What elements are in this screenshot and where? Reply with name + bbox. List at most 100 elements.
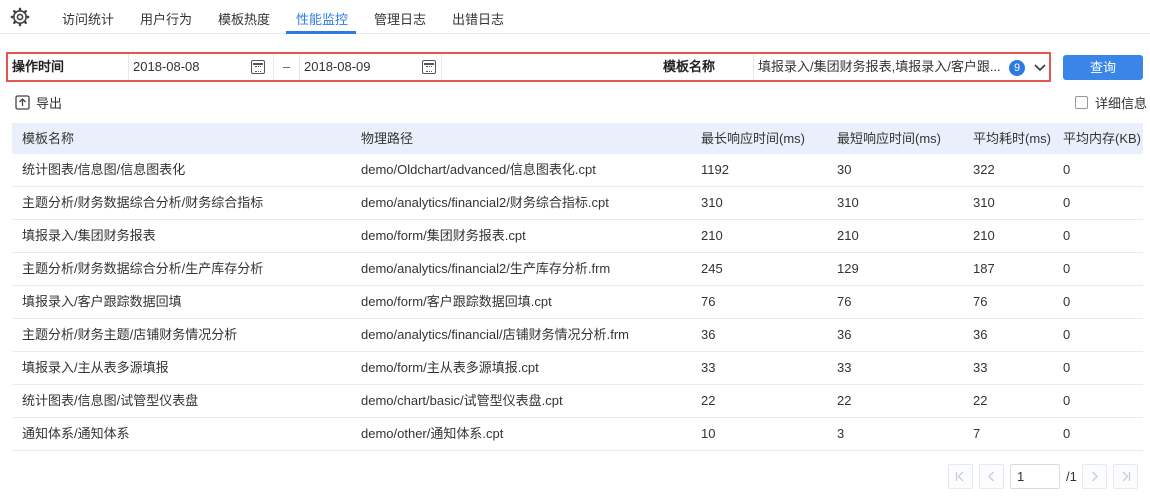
cell-min-response: 210	[837, 228, 859, 243]
tab-admin-log[interactable]: 管理日志	[374, 9, 426, 28]
performance-table: 模板名称 物理路径 最长响应时间(ms) 最短响应时间(ms) 平均耗时(ms)…	[12, 123, 1143, 451]
start-date-value: 2018-08-08	[133, 59, 200, 74]
cell-physical-path: demo/form/集团财务报表.cpt	[361, 228, 526, 243]
cell-avg-time: 310	[973, 195, 995, 210]
chevron-right-icon	[1092, 471, 1098, 482]
cell-physical-path: demo/analytics/financial/店铺财务情况分析.frm	[361, 327, 630, 342]
last-page-button[interactable]	[1113, 464, 1138, 489]
cell-template-name: 填报录入/集团财务报表	[22, 228, 156, 243]
cell-avg-memory: 0	[1063, 228, 1071, 243]
cell-min-response: 36	[837, 327, 852, 342]
cell-avg-memory: 0	[1063, 294, 1071, 309]
cell-avg-time: 187	[973, 261, 995, 276]
cell-template-name: 通知体系/通知体系	[22, 426, 130, 441]
table-row: 统计图表/信息图/试管型仪表盘 demo/chart/basic/试管型仪表盘.c…	[12, 385, 1143, 418]
tab-user-behavior[interactable]: 用户行为	[140, 9, 192, 28]
cell-avg-memory: 0	[1063, 162, 1071, 177]
query-button[interactable]: 查询	[1063, 55, 1143, 80]
total-pages-label: /1	[1066, 469, 1077, 484]
cell-physical-path: demo/form/主从表多源填报.cpt	[361, 360, 539, 375]
cell-min-response: 76	[837, 294, 852, 309]
table-body: 统计图表/信息图/信息图表化 demo/Oldchart/advanced/信息图…	[12, 154, 1143, 451]
cell-avg-time: 22	[973, 393, 988, 408]
cell-max-response: 76	[701, 294, 716, 309]
tab-performance-monitor[interactable]: 性能监控	[296, 9, 348, 28]
page-number-input[interactable]: 1	[1010, 464, 1060, 489]
cell-max-response: 245	[701, 261, 723, 276]
table-row: 主题分析/财务主题/店铺财务情况分析 demo/analytics/financi…	[12, 319, 1143, 352]
top-nav: 访问统计 用户行为 模板热度 性能监控 管理日志 出错日志	[0, 0, 1150, 34]
table-row: 主题分析/财务数据综合分析/财务综合指标 demo/analytics/finan…	[12, 187, 1143, 220]
cell-max-response: 22	[701, 393, 716, 408]
template-name-label: 模板名称	[442, 54, 754, 80]
cell-avg-time: 210	[973, 228, 995, 243]
header-physical-path: 物理路径	[361, 131, 414, 146]
cell-physical-path: demo/chart/basic/试管型仪表盘.cpt	[361, 393, 563, 408]
cell-template-name: 主题分析/财务主题/店铺财务情况分析	[22, 327, 238, 342]
cell-min-response: 129	[837, 261, 859, 276]
last-page-icon	[1122, 471, 1131, 482]
cell-max-response: 210	[701, 228, 723, 243]
detail-toggle[interactable]: 详细信息	[1075, 93, 1147, 111]
cell-avg-time: 36	[973, 327, 988, 342]
tab-template-popularity[interactable]: 模板热度	[218, 9, 270, 28]
active-tab-indicator	[286, 31, 356, 34]
cell-avg-time: 76	[973, 294, 988, 309]
table-row: 通知体系/通知体系 demo/other/通知体系.cpt 10 3 7 0	[12, 418, 1143, 451]
cell-avg-memory: 0	[1063, 393, 1071, 408]
export-icon	[15, 94, 30, 110]
cell-physical-path: demo/analytics/financial2/财务综合指标.cpt	[361, 195, 609, 210]
end-date-value: 2018-08-09	[304, 59, 371, 74]
cell-max-response: 36	[701, 327, 716, 342]
tab-visit-stats[interactable]: 访问统计	[62, 9, 114, 28]
table-row: 统计图表/信息图/信息图表化 demo/Oldchart/advanced/信息图…	[12, 154, 1143, 187]
cell-avg-memory: 0	[1063, 360, 1071, 375]
chevron-left-icon	[988, 471, 994, 482]
cell-template-name: 主题分析/财务数据综合分析/财务综合指标	[22, 195, 264, 210]
table-row: 主题分析/财务数据综合分析/生产库存分析 demo/analytics/finan…	[12, 253, 1143, 286]
cell-template-name: 填报录入/客户跟踪数据回填	[22, 294, 182, 309]
first-page-icon	[955, 471, 964, 482]
end-date-field[interactable]: 2018-08-09	[300, 54, 442, 80]
cell-template-name: 填报录入/主从表多源填报	[22, 360, 169, 375]
header-avg-memory: 平均内存(KB)	[1063, 131, 1142, 146]
template-select[interactable]: 填报录入/集团财务报表,填报录入/客户跟... 9	[754, 54, 1049, 80]
cell-max-response: 33	[701, 360, 716, 375]
cell-min-response: 3	[837, 426, 845, 441]
calendar-icon[interactable]	[422, 60, 436, 74]
prev-page-button[interactable]	[979, 464, 1004, 489]
detail-checkbox[interactable]	[1075, 95, 1088, 109]
cell-min-response: 30	[837, 162, 852, 177]
cell-max-response: 10	[701, 426, 716, 441]
cell-avg-memory: 0	[1063, 327, 1071, 342]
cell-avg-time: 7	[973, 426, 981, 441]
template-select-value: 填报录入/集团财务报表,填报录入/客户跟...	[758, 59, 1001, 74]
header-template-name: 模板名称	[22, 131, 75, 146]
cell-min-response: 310	[837, 195, 859, 210]
first-page-button[interactable]	[948, 464, 973, 489]
table-row: 填报录入/主从表多源填报 demo/form/主从表多源填报.cpt 33 33 33 0	[12, 352, 1143, 385]
start-date-field[interactable]: 2018-08-08	[129, 54, 274, 80]
cell-physical-path: demo/other/通知体系.cpt	[361, 426, 504, 441]
header-max-response: 最长响应时间(ms)	[701, 131, 805, 146]
selected-count-badge: 9	[1009, 60, 1025, 76]
filter-bar: 操作时间 2018-08-08 – 2018-08-09 模板名称 填报录入/集…	[6, 52, 1051, 82]
table-row: 填报录入/客户跟踪数据回填 demo/form/客户跟踪数据回填.cpt 76 76 7…	[12, 286, 1143, 319]
cell-template-name: 主题分析/财务数据综合分析/生产库存分析	[22, 261, 264, 276]
tab-error-log[interactable]: 出错日志	[452, 9, 504, 28]
header-avg-time: 平均耗时(ms)	[973, 131, 1051, 146]
gear-icon[interactable]	[10, 7, 30, 27]
chevron-down-icon[interactable]	[1033, 60, 1047, 74]
cell-max-response: 310	[701, 195, 723, 210]
export-button[interactable]: 导出	[15, 93, 62, 111]
date-separator: –	[274, 54, 300, 80]
cell-avg-memory: 0	[1063, 261, 1071, 276]
cell-avg-time: 33	[973, 360, 988, 375]
table-row: 填报录入/集团财务报表 demo/form/集团财务报表.cpt 210 210 210…	[12, 220, 1143, 253]
cell-avg-time: 322	[973, 162, 995, 177]
cell-min-response: 33	[837, 360, 852, 375]
next-page-button[interactable]	[1082, 464, 1107, 489]
calendar-icon[interactable]	[251, 60, 265, 74]
header-min-response: 最短响应时间(ms)	[837, 131, 941, 146]
cell-avg-memory: 0	[1063, 426, 1071, 441]
